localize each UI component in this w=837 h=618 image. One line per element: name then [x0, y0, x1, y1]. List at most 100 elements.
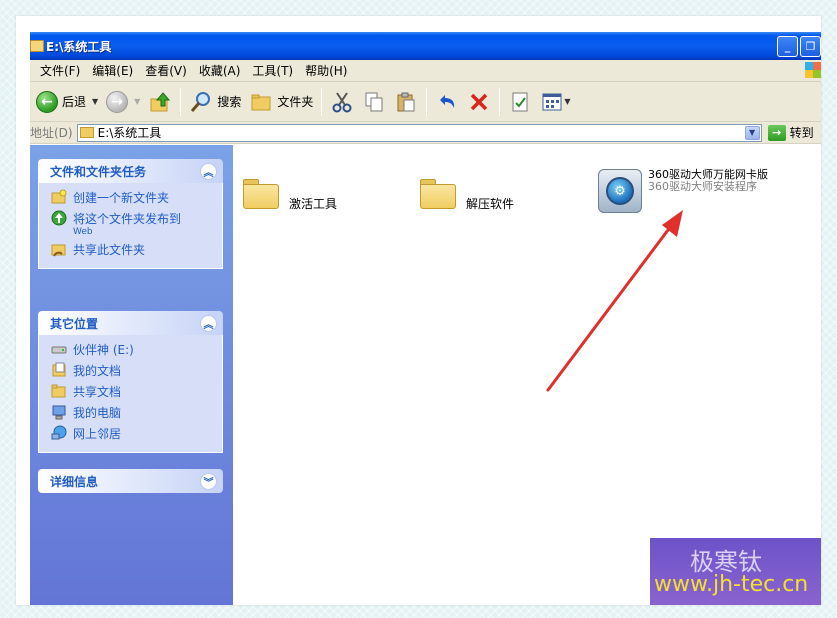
menu-edit[interactable]: 编辑(E) — [86, 62, 139, 79]
copy-button[interactable] — [358, 86, 390, 118]
properties-icon — [508, 90, 532, 114]
search-button[interactable]: 搜索 — [185, 86, 245, 118]
watermark-logo: 极寒钛 www.jh-tec.cn — [650, 538, 821, 605]
expand-chevron-icon[interactable]: ︾ — [200, 472, 217, 490]
folder-icon — [243, 179, 279, 209]
file-tasks-body: 创建一个新文件夹 将这个文件夹发布到 Web 共享此文件夹 — [38, 183, 223, 269]
forward-arrow-icon: → — [106, 90, 129, 113]
toolbar-separator — [180, 87, 182, 116]
details-title: 详细信息 — [50, 474, 99, 489]
views-grid-icon — [540, 90, 564, 114]
minimize-button[interactable]: _ — [777, 36, 798, 57]
search-label: 搜索 — [217, 95, 242, 109]
address-input[interactable]: E:\系统工具 ▼ — [76, 123, 762, 142]
explorer-window: E:\系统工具 _ ❐ 文件(F) 编辑(E) 查看(V) 收藏(A) 工具(T… — [30, 32, 821, 605]
views-dropdown-icon[interactable]: ▼ — [564, 97, 570, 106]
installer-app-icon: ⚙ — [598, 169, 642, 213]
undo-button[interactable] — [431, 86, 463, 118]
place-drive-e[interactable]: 伙伴神 (E:) — [51, 341, 222, 358]
back-dropdown-icon[interactable]: ▼ — [92, 97, 98, 106]
globe-publish-icon — [51, 210, 67, 226]
views-button[interactable]: ▼ — [536, 86, 574, 118]
menu-bar: 文件(F) 编辑(E) 查看(V) 收藏(A) 工具(T) 帮助(H) — [30, 60, 821, 82]
menu-view[interactable]: 查看(V) — [139, 62, 193, 79]
address-dropdown-icon[interactable]: ▼ — [744, 125, 760, 140]
screenshot-frame: E:\系统工具 _ ❐ 文件(F) 编辑(E) 查看(V) 收藏(A) 工具(T… — [16, 16, 821, 605]
menu-file[interactable]: 文件(F) — [34, 62, 86, 79]
new-folder-icon — [51, 189, 67, 205]
folder-icon — [30, 40, 44, 52]
file-list-area[interactable]: 激活工具 解压软件 ⚙ 360驱动大师万能网卡版 360驱动大师安装程序 — [233, 145, 821, 605]
window-controls: _ ❐ — [777, 36, 821, 57]
task-pane: 文件和文件夹任务 ︽ 创建一个新文件夹 将这个文件夹发布到 Web 共享此文件夹… — [30, 145, 233, 605]
my-computer-icon — [51, 404, 67, 420]
other-places-body: 伙伴神 (E:) 我的文档 共享文档 我的电脑 网上邻居 — [38, 335, 223, 453]
undo-icon — [435, 90, 459, 114]
task-label: 共享此文件夹 — [73, 243, 146, 257]
toolbar-separator — [499, 87, 501, 116]
task-new-folder[interactable]: 创建一个新文件夹 — [51, 189, 222, 206]
forward-dropdown-icon[interactable]: ▼ — [134, 97, 140, 106]
place-label: 网上邻居 — [73, 427, 122, 441]
other-places-header[interactable]: 其它位置 ︽ — [38, 311, 223, 335]
file-tasks-title: 文件和文件夹任务 — [50, 164, 147, 179]
toolbar-separator — [426, 87, 428, 116]
place-network[interactable]: 网上邻居 — [51, 425, 222, 442]
app-description: 360驱动大师安装程序 — [648, 180, 757, 193]
task-sublabel: Web — [73, 227, 93, 237]
cut-button[interactable] — [326, 86, 358, 118]
folders-button[interactable]: 文件夹 — [245, 86, 317, 118]
place-my-documents[interactable]: 我的文档 — [51, 362, 222, 379]
up-folder-icon — [148, 90, 172, 114]
forward-button[interactable]: → ▼ — [102, 86, 144, 118]
watermark-url: www.jh-tec.cn — [654, 572, 809, 597]
back-label: 后退 — [62, 95, 87, 109]
menu-favorites[interactable]: 收藏(A) — [193, 62, 247, 79]
folder-icon — [79, 127, 94, 138]
scissors-icon — [330, 90, 354, 114]
collapse-chevron-icon[interactable]: ︽ — [200, 314, 217, 332]
search-icon — [189, 90, 213, 114]
title-bar[interactable]: E:\系统工具 _ ❐ — [30, 32, 821, 60]
place-shared-documents[interactable]: 共享文档 — [51, 383, 222, 400]
details-panel: 详细信息 ︾ — [38, 469, 223, 493]
details-header[interactable]: 详细信息 ︾ — [38, 469, 223, 493]
task-label: 创建一个新文件夹 — [73, 191, 170, 205]
paste-icon — [394, 90, 418, 114]
app-item[interactable]: ⚙ 360驱动大师万能网卡版 360驱动大师安装程序 — [598, 169, 768, 213]
properties-button[interactable] — [504, 86, 536, 118]
back-button[interactable]: ← 后退 ▼ — [32, 86, 102, 118]
window-title: E:\系统工具 — [46, 39, 112, 54]
menu-help[interactable]: 帮助(H) — [299, 62, 353, 79]
maximize-button[interactable]: ❐ — [800, 36, 821, 57]
task-publish-web[interactable]: 将这个文件夹发布到 Web — [51, 210, 222, 237]
paste-button[interactable] — [390, 86, 422, 118]
folder-item[interactable]: 激活工具 — [243, 171, 337, 212]
drive-icon — [51, 341, 67, 357]
address-bar: 地址(D) E:\系统工具 ▼ → 转到 — [30, 122, 821, 144]
go-label: 转到 — [789, 126, 814, 140]
place-label: 伙伴神 (E:) — [73, 343, 134, 357]
delete-x-icon — [467, 90, 491, 114]
menu-tools[interactable]: 工具(T) — [246, 62, 299, 79]
folders-label: 文件夹 — [277, 95, 314, 109]
address-label: 地址(D) — [30, 126, 73, 140]
delete-button[interactable] — [463, 86, 495, 118]
task-label: 将这个文件夹发布到 — [73, 212, 182, 226]
file-tasks-header[interactable]: 文件和文件夹任务 ︽ — [38, 159, 223, 183]
folder-item[interactable]: 解压软件 — [420, 171, 514, 212]
task-share-folder[interactable]: 共享此文件夹 — [51, 241, 222, 258]
share-folder-icon — [51, 241, 67, 257]
collapse-chevron-icon[interactable]: ︽ — [200, 162, 217, 180]
place-my-computer[interactable]: 我的电脑 — [51, 404, 222, 421]
place-label: 我的电脑 — [73, 406, 122, 420]
up-folder-button[interactable] — [144, 86, 176, 118]
network-globe-icon — [51, 425, 67, 441]
file-tasks-panel: 文件和文件夹任务 ︽ 创建一个新文件夹 将这个文件夹发布到 Web 共享此文件夹 — [38, 159, 223, 269]
windows-logo-icon — [805, 62, 821, 78]
other-places-title: 其它位置 — [50, 316, 99, 331]
go-button[interactable]: → 转到 — [767, 124, 814, 141]
app-text: 360驱动大师万能网卡版 360驱动大师安装程序 — [648, 169, 768, 193]
back-arrow-icon: ← — [36, 90, 58, 113]
folder-icon — [420, 179, 456, 209]
